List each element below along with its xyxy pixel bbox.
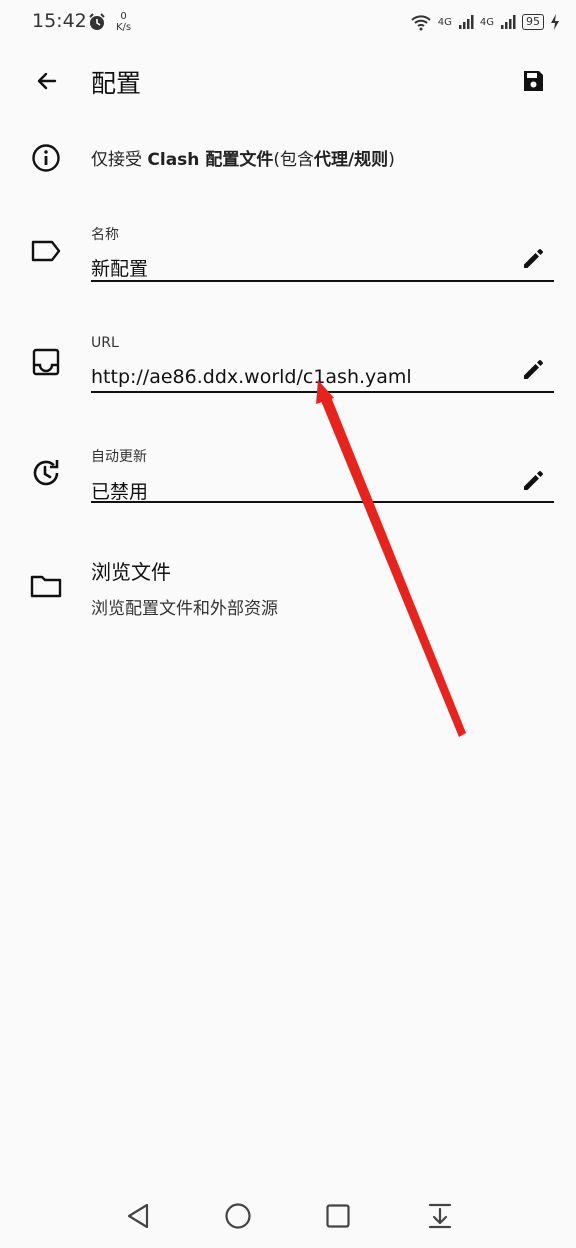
annotation-arrow (316, 380, 466, 737)
nav-recents-button[interactable] (318, 1196, 358, 1236)
nav-home-button[interactable] (218, 1196, 258, 1236)
pull-down-icon (428, 1203, 452, 1229)
nav-drawer-button[interactable] (420, 1196, 460, 1236)
square-recents-icon (326, 1204, 350, 1228)
circle-home-icon (225, 1203, 251, 1229)
nav-back-button[interactable] (118, 1196, 158, 1236)
triangle-back-icon (127, 1203, 149, 1229)
